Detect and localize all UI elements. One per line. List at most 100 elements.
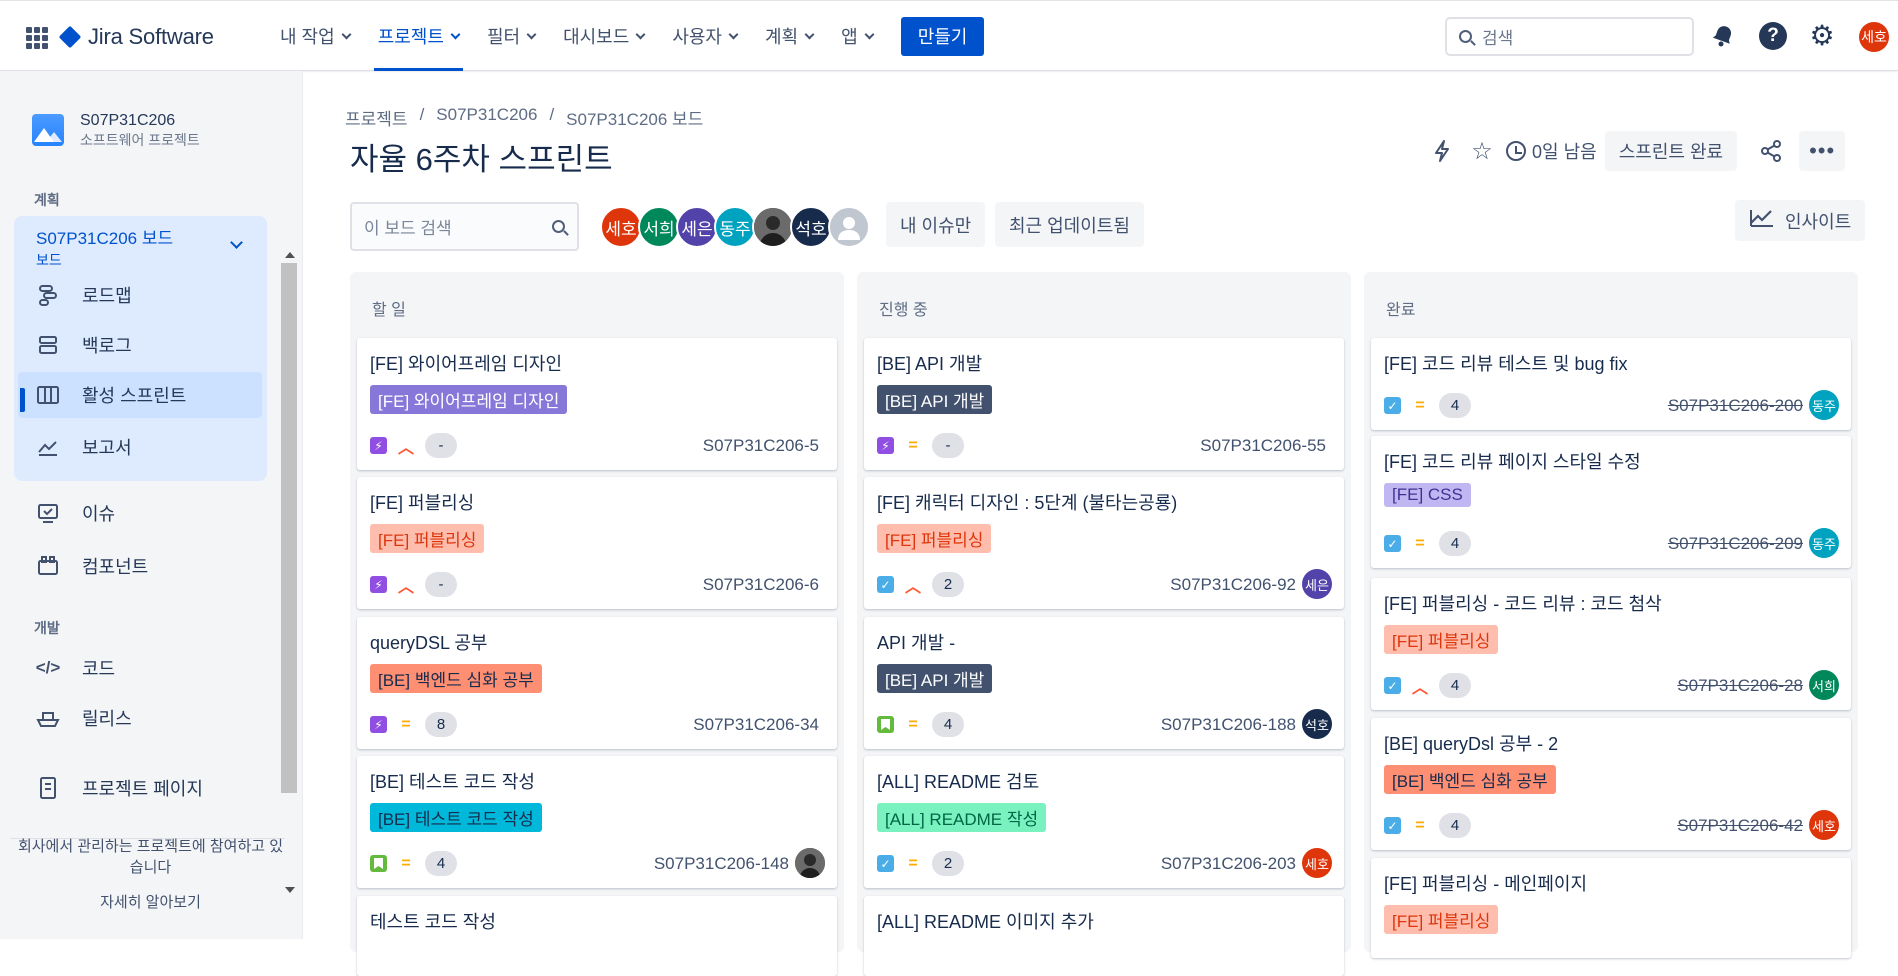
epic-label[interactable]: [BE] 테스트 코드 작성 — [370, 803, 542, 832]
scroll-down-arrow-icon[interactable] — [285, 887, 295, 893]
issue-key[interactable]: S07P31C206-200 — [1668, 396, 1803, 416]
insights-button[interactable]: 인사이트 — [1735, 200, 1866, 241]
issue-key[interactable]: S07P31C206-55 — [1200, 436, 1326, 456]
epic-label[interactable]: [BE] API 개발 — [877, 385, 993, 414]
user-avatar[interactable]: 세호 — [1859, 22, 1889, 52]
assignee-avatar[interactable]: 동주 — [714, 206, 756, 248]
issue-key[interactable]: S07P31C206-188 — [1161, 715, 1296, 735]
epic-label[interactable]: [FE] 와이어프레임 디자인 — [370, 385, 568, 414]
nav-item-4[interactable]: 사용자 — [664, 1, 745, 71]
epic-label[interactable]: [BE] 백엔드 심화 공부 — [1384, 765, 1556, 794]
epic-label[interactable]: [FE] 퍼블리싱 — [1384, 905, 1499, 934]
sidebar-scrollbar[interactable] — [281, 249, 297, 894]
help-icon[interactable]: ? — [1759, 22, 1787, 50]
settings-gear-icon[interactable]: ⚙ — [1808, 22, 1836, 50]
epic-label[interactable]: [FE] 퍼블리싱 — [1384, 625, 1499, 654]
issue-key[interactable]: S07P31C206-92 — [1170, 575, 1296, 595]
issue-key[interactable]: S07P31C206-209 — [1668, 534, 1803, 554]
nav-item-6[interactable]: 앱 — [833, 1, 881, 71]
app-switcher-icon[interactable] — [26, 27, 48, 49]
sidebar-item-issues[interactable]: 이슈 — [18, 490, 262, 536]
epic-label[interactable]: [FE] CSS — [1384, 483, 1471, 507]
subtask-bolt-icon: ⚡ — [877, 437, 894, 454]
jira-logo[interactable]: Jira Software — [58, 22, 214, 52]
chevron-down-icon — [341, 29, 352, 39]
issue-key[interactable]: S07P31C206-5 — [703, 436, 819, 456]
sidebar-item-active-sprint[interactable]: 활성 스프린트 — [18, 372, 262, 418]
assignee-avatar[interactable]: 석호 — [1302, 709, 1332, 739]
sidebar-item-backlog[interactable]: 백로그 — [18, 322, 262, 368]
board-selector[interactable]: S07P31C206 보드 — [36, 224, 173, 249]
sidebar-item-reports[interactable]: 보고서 — [18, 424, 262, 470]
assignee-avatar[interactable]: 석호 — [790, 206, 832, 248]
sidebar-item-roadmap[interactable]: 로드맵 — [18, 272, 262, 318]
assignee-avatar[interactable]: 세호 — [1809, 810, 1839, 840]
issue-card[interactable]: [FE] 퍼블리싱 [FE] 퍼블리싱 ⚡ ︿ - S07P31C206-6 — [357, 477, 837, 609]
global-search-input[interactable]: 검색 — [1445, 17, 1694, 56]
issue-key[interactable]: S07P31C206-28 — [1677, 676, 1803, 696]
sidebar-item-components[interactable]: 컴포넌트 — [18, 543, 262, 589]
assignee-avatar[interactable]: 세은 — [1302, 569, 1332, 599]
assignee-avatar[interactable]: 세호 — [1302, 848, 1332, 878]
assignee-avatar[interactable]: 동주 — [1809, 528, 1839, 558]
issue-card[interactable]: API 개발 - [BE] API 개발 = 4 S07P31C206-188 석호 — [864, 617, 1344, 749]
issue-key[interactable]: S07P31C206-42 — [1677, 816, 1803, 836]
recently-updated-filter-button[interactable]: 최근 업데이트됨 — [995, 202, 1144, 247]
epic-label[interactable]: [FE] 퍼블리싱 — [877, 524, 992, 553]
nav-item-0[interactable]: 내 작업 — [272, 1, 358, 71]
issue-card[interactable]: [FE] 캐릭터 디자인 : 5단계 (불타는공룡) [FE] 퍼블리싱 ✓ ︿ 2 S0… — [864, 477, 1344, 609]
issue-card[interactable]: [BE] API 개발 [BE] API 개발 ⚡ = - S07P31C206-55 — [864, 338, 1344, 470]
issue-key[interactable]: S07P31C206-203 — [1161, 854, 1296, 874]
unassigned-avatar-icon[interactable] — [828, 206, 870, 248]
issue-card[interactable]: [FE] 퍼블리싱 - 메인페이지 [FE] 퍼블리싱 — [1371, 858, 1851, 958]
issue-card[interactable]: [BE] 테스트 코드 작성 [BE] 테스트 코드 작성 = 4 S07P31C206… — [357, 756, 837, 888]
more-actions-button[interactable]: ••• — [1799, 131, 1846, 171]
issue-card[interactable]: 테스트 코드 작성 — [357, 896, 837, 976]
nav-item-5[interactable]: 계획 — [757, 1, 821, 71]
learn-more-link[interactable]: 자세히 알아보기 — [14, 891, 287, 912]
automation-bolt-icon[interactable] — [1422, 131, 1462, 171]
star-icon[interactable]: ☆ — [1462, 131, 1502, 171]
breadcrumb-board[interactable]: S07P31C206 보드 — [566, 105, 703, 130]
issue-card[interactable]: [ALL] README 검토 [ALL] README 작성 ✓ = 2 S07P31C… — [864, 756, 1344, 888]
assignee-avatar[interactable]: 세호 — [600, 206, 642, 248]
sidebar-item-releases[interactable]: 릴리스 — [18, 695, 262, 741]
sidebar-item-project-page[interactable]: 프로젝트 페이지 — [18, 765, 262, 811]
issue-key[interactable]: S07P31C206-34 — [693, 715, 819, 735]
nav-item-1[interactable]: 프로젝트 — [370, 1, 467, 71]
my-issues-filter-button[interactable]: 내 이슈만 — [886, 202, 986, 247]
scroll-up-arrow-icon[interactable] — [285, 252, 295, 258]
issue-card[interactable]: [FE] 코드 리뷰 테스트 및 bug fix ✓ = 4 S07P31C206-20… — [1371, 338, 1851, 430]
issue-card[interactable]: [FE] 와이어프레임 디자인 [FE] 와이어프레임 디자인 ⚡ ︿ - S07P31C… — [357, 338, 837, 470]
nav-item-2[interactable]: 필터 — [479, 1, 543, 71]
board-search-input[interactable]: 이 보드 검색 — [350, 202, 579, 251]
issue-key[interactable]: S07P31C206-6 — [703, 575, 819, 595]
issue-card[interactable]: [BE] queryDsl 공부 - 2 [BE] 백엔드 심화 공부 ✓ = 4 S07… — [1371, 718, 1851, 850]
issue-card[interactable]: [ALL] README 이미지 추가 — [864, 896, 1344, 976]
complete-sprint-button[interactable]: 스프린트 완료 — [1604, 131, 1738, 171]
issue-card[interactable]: queryDSL 공부 [BE] 백엔드 심화 공부 ⚡ = 8 S07P31C206-3… — [357, 617, 837, 749]
assignee-avatar[interactable]: 서희 — [638, 206, 680, 248]
assignee-avatar[interactable]: 서희 — [1809, 670, 1839, 700]
issue-card[interactable]: [FE] 코드 리뷰 페이지 스타일 수정 [FE] CSS ✓ = 4 S07P31C2… — [1371, 436, 1851, 568]
issue-card[interactable]: [FE] 퍼블리싱 - 코드 리뷰 : 코드 첨삭 [FE] 퍼블리싱 ✓ ︿ 4 S07… — [1371, 578, 1851, 710]
issue-key[interactable]: S07P31C206-148 — [654, 854, 789, 874]
assignee-avatar[interactable]: 세은 — [676, 206, 718, 248]
assignee-photo-avatar[interactable] — [795, 848, 825, 878]
epic-label[interactable]: [BE] API 개발 — [877, 664, 993, 693]
project-header[interactable]: S07P31C206 소프트웨어 프로젝트 — [32, 111, 200, 149]
breadcrumb-project[interactable]: S07P31C206 — [436, 105, 537, 130]
nav-item-3[interactable]: 대시보드 — [555, 1, 652, 71]
epic-label[interactable]: [FE] 퍼블리싱 — [370, 524, 485, 553]
share-icon[interactable] — [1751, 131, 1791, 171]
photo-avatar[interactable] — [752, 206, 794, 248]
epic-label[interactable]: [BE] 백엔드 심화 공부 — [370, 664, 542, 693]
scroll-thumb[interactable] — [281, 263, 297, 793]
epic-label[interactable]: [ALL] README 작성 — [877, 803, 1047, 832]
breadcrumb-projects[interactable]: 프로젝트 — [345, 105, 408, 130]
sidebar-item-code[interactable]: </> 코드 — [18, 645, 262, 691]
notifications-bell-icon[interactable] — [1709, 22, 1737, 50]
create-button[interactable]: 만들기 — [900, 16, 985, 56]
task-check-icon: ✓ — [1384, 817, 1401, 834]
assignee-avatar[interactable]: 동주 — [1809, 390, 1839, 420]
